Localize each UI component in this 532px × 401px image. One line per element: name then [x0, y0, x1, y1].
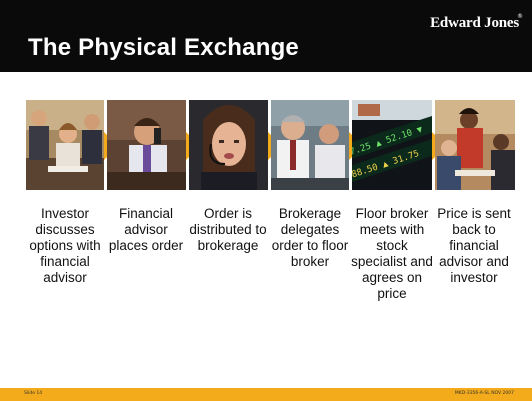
step-caption: Brokerage delegates order to floor broke… — [271, 206, 349, 269]
step-caption: Price is sent back to financial advisor … — [437, 206, 511, 285]
advisor-investor-photo — [435, 100, 515, 190]
document-code: MKD-3356-A-SL NOV 2007 — [454, 391, 514, 396]
step-caption: Financial advisor places order — [108, 206, 184, 253]
step-caption: Investor discusses options with financia… — [29, 206, 101, 285]
slide-title: The Physical Exchange — [28, 34, 299, 61]
slide-header: The Physical Exchange Edward Jones ® — [0, 0, 532, 72]
slide-footer: Slide 14 MKD-3356-A-SL NOV 2007 — [0, 388, 532, 401]
slide-number: Slide 14 — [24, 391, 43, 396]
brokers-photo — [271, 100, 349, 190]
step-caption: Order is distributed to brokerage — [189, 206, 267, 253]
meeting-photo — [26, 100, 104, 190]
step-caption: Floor broker meets with stock specialist… — [351, 206, 433, 301]
phone-call-photo — [107, 100, 186, 190]
registered-mark: ® — [517, 13, 523, 20]
edward-jones-logo: Edward Jones — [430, 15, 519, 31]
stock-ticker-photo: 47.25 ▲ 52.10 ▼ 88.50 ▲ 31.75 — [352, 100, 432, 190]
headset-operator-photo — [189, 100, 268, 190]
